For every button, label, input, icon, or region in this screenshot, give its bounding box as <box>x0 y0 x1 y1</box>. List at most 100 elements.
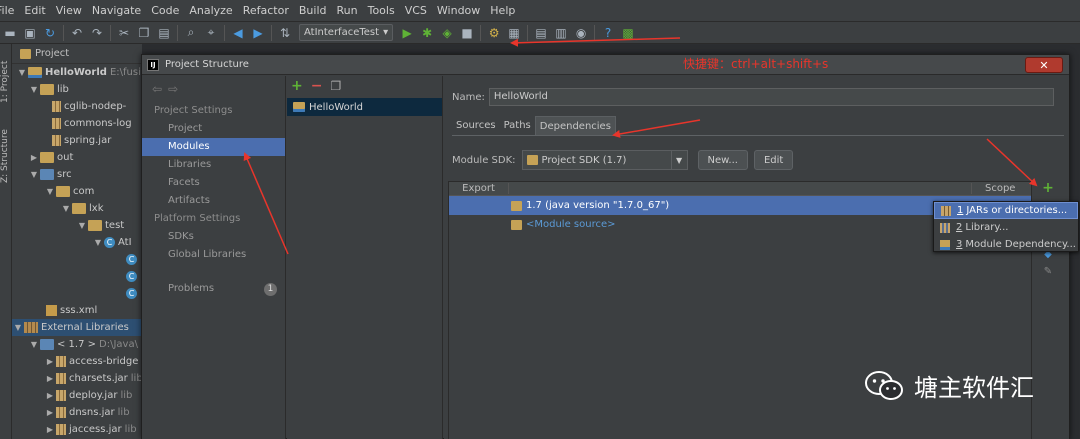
tab-dependencies[interactable]: Dependencies <box>534 116 616 135</box>
tree-node-jar[interactable]: commons-log <box>12 115 142 132</box>
expand-arrow-icon[interactable]: ▼ <box>28 340 40 349</box>
collapse-arrow-icon[interactable]: ▶ <box>44 374 56 383</box>
tree-node-method[interactable]: C <box>12 285 142 302</box>
nav-item-libraries[interactable]: Libraries <box>142 156 285 174</box>
new-sdk-button[interactable]: New... <box>697 150 748 170</box>
menu-tools[interactable]: Tools <box>363 0 400 22</box>
cut-icon[interactable]: ✂ <box>114 23 134 43</box>
help-icon[interactable]: ? <box>598 23 618 43</box>
tree-node-jdk[interactable]: ▼ < 1.7 > D:\Java\ <box>12 336 142 353</box>
menu-build[interactable]: Build <box>294 0 332 22</box>
stop-icon[interactable]: ■ <box>457 23 477 43</box>
menu-analyze[interactable]: Analyze <box>184 0 237 22</box>
tree-node-method[interactable]: C <box>12 251 142 268</box>
column-scope[interactable]: Scope <box>971 183 1031 194</box>
expand-arrow-icon[interactable]: ▼ <box>28 170 40 179</box>
project-structure-icon[interactable]: ▦ <box>504 23 524 43</box>
tab-sources[interactable]: Sources <box>452 116 500 135</box>
nav-item-sdks[interactable]: SDKs <box>142 228 285 246</box>
copy-icon[interactable]: ❐ <box>330 79 341 93</box>
nav-item-modules[interactable]: Modules <box>142 138 285 156</box>
tree-node-class[interactable]: ▼ C AtI <box>12 234 142 251</box>
tree-node-external-libraries[interactable]: ▼ External Libraries <box>12 319 142 336</box>
add-dependency-icon[interactable]: + <box>1042 181 1054 195</box>
collapse-arrow-icon[interactable]: ▶ <box>44 408 56 417</box>
popup-item-library[interactable]: 2 Library... <box>934 219 1078 236</box>
remove-icon[interactable]: − <box>311 78 323 94</box>
popup-item-module-dependency[interactable]: 3 Module Dependency... <box>934 236 1078 253</box>
menu-view[interactable]: View <box>51 0 87 22</box>
copy-icon[interactable]: ❐ <box>134 23 154 43</box>
run-configuration-dropdown[interactable]: AtInterfaceTest ▾ <box>299 24 394 41</box>
sdk-manager-icon[interactable]: ▤ <box>531 23 551 43</box>
module-name-field[interactable]: HelloWorld <box>488 88 1054 106</box>
sync-icon[interactable]: ↻ <box>40 23 60 43</box>
nav-item-problems[interactable]: Problems 1 <box>142 280 285 298</box>
tree-node-jar[interactable]: ▶ dnsns.jar lib <box>12 404 142 421</box>
forward-arrow-icon[interactable]: ⇨ <box>168 82 178 96</box>
menu-run[interactable]: Run <box>332 0 363 22</box>
expand-arrow-icon[interactable]: ▼ <box>16 68 28 77</box>
nav-item-global-libraries[interactable]: Global Libraries <box>142 246 285 264</box>
debug-icon[interactable]: ✱ <box>417 23 437 43</box>
plugin-icon[interactable]: ▩ <box>618 23 638 43</box>
expand-arrow-icon[interactable]: ▼ <box>12 323 24 332</box>
forward-icon[interactable]: ▶ <box>248 23 268 43</box>
tree-node-jar[interactable]: ▶ deploy.jar lib <box>12 387 142 404</box>
coverage-icon[interactable]: ◈ <box>437 23 457 43</box>
module-item-helloworld[interactable]: HelloWorld <box>287 98 442 116</box>
tree-node-test[interactable]: ▼ test <box>12 217 142 234</box>
edit-sdk-button[interactable]: Edit <box>753 150 794 170</box>
tree-node-jar[interactable]: ▶ access-bridge <box>12 353 142 370</box>
paste-icon[interactable]: ▤ <box>154 23 174 43</box>
expand-arrow-icon[interactable]: ▼ <box>76 221 88 230</box>
expand-arrow-icon[interactable]: ▼ <box>28 85 40 94</box>
find-icon[interactable]: ⌕ <box>181 23 201 43</box>
module-sdk-select[interactable]: Project SDK (1.7) ▼ <box>521 150 688 170</box>
nav-item-facets[interactable]: Facets <box>142 174 285 192</box>
replace-icon[interactable]: ⌖ <box>201 23 221 43</box>
make-project-icon[interactable]: ⇅ <box>275 23 295 43</box>
settings-icon[interactable]: ⚙ <box>484 23 504 43</box>
tree-node-lxk[interactable]: ▼ lxk <box>12 200 142 217</box>
tree-node-jar[interactable]: ▶ jaccess.jar lib <box>12 421 142 438</box>
back-arrow-icon[interactable]: ⇦ <box>152 82 162 96</box>
nav-item-project[interactable]: Project <box>142 120 285 138</box>
tree-node-method[interactable]: C <box>12 268 142 285</box>
structure-tool-button[interactable]: Z: Structure <box>0 124 12 188</box>
dialog-title-bar[interactable]: IJ Project Structure 快捷键：ctrl+alt+shift+… <box>142 55 1069 75</box>
expand-arrow-icon[interactable]: ▼ <box>60 204 72 213</box>
menu-file[interactable]: File <box>0 0 19 22</box>
menu-vcs[interactable]: VCS <box>400 0 432 22</box>
open-folder-icon[interactable]: ▬ <box>0 23 20 43</box>
menu-navigate[interactable]: Navigate <box>87 0 146 22</box>
collapse-arrow-icon[interactable]: ▶ <box>44 357 56 366</box>
save-icon[interactable]: ▣ <box>20 23 40 43</box>
undo-icon[interactable]: ↶ <box>67 23 87 43</box>
project-tool-button[interactable]: 1: Project <box>0 50 12 114</box>
run-icon[interactable]: ▶ <box>397 23 417 43</box>
tree-node-lib[interactable]: ▼ lib <box>12 81 142 98</box>
collapse-arrow-icon[interactable]: ▶ <box>28 153 40 162</box>
android-icon[interactable]: ◉ <box>571 23 591 43</box>
menu-code[interactable]: Code <box>146 0 184 22</box>
back-icon[interactable]: ◀ <box>228 23 248 43</box>
collapse-arrow-icon[interactable]: ▶ <box>44 391 56 400</box>
popup-item-jars[interactable]: 1 JARs or directories... <box>934 202 1078 219</box>
tree-node-src[interactable]: ▼ src <box>12 166 142 183</box>
edit-pencil-icon[interactable]: ✎ <box>1044 266 1052 277</box>
tree-node-out[interactable]: ▶ out <box>12 149 142 166</box>
expand-arrow-icon[interactable]: ▼ <box>92 238 104 247</box>
tree-node-jar[interactable]: cglib-nodep- <box>12 98 142 115</box>
tree-node-xml[interactable]: sss.xml <box>12 302 142 319</box>
menu-refactor[interactable]: Refactor <box>238 0 294 22</box>
redo-icon[interactable]: ↷ <box>87 23 107 43</box>
tree-node-jar[interactable]: spring.jar <box>12 132 142 149</box>
tree-node-com[interactable]: ▼ com <box>12 183 142 200</box>
menu-edit[interactable]: Edit <box>19 0 50 22</box>
menu-window[interactable]: Window <box>432 0 485 22</box>
column-export[interactable]: Export <box>449 183 509 194</box>
menu-help[interactable]: Help <box>485 0 520 22</box>
tab-paths[interactable]: Paths <box>500 116 535 135</box>
avd-manager-icon[interactable]: ▥ <box>551 23 571 43</box>
